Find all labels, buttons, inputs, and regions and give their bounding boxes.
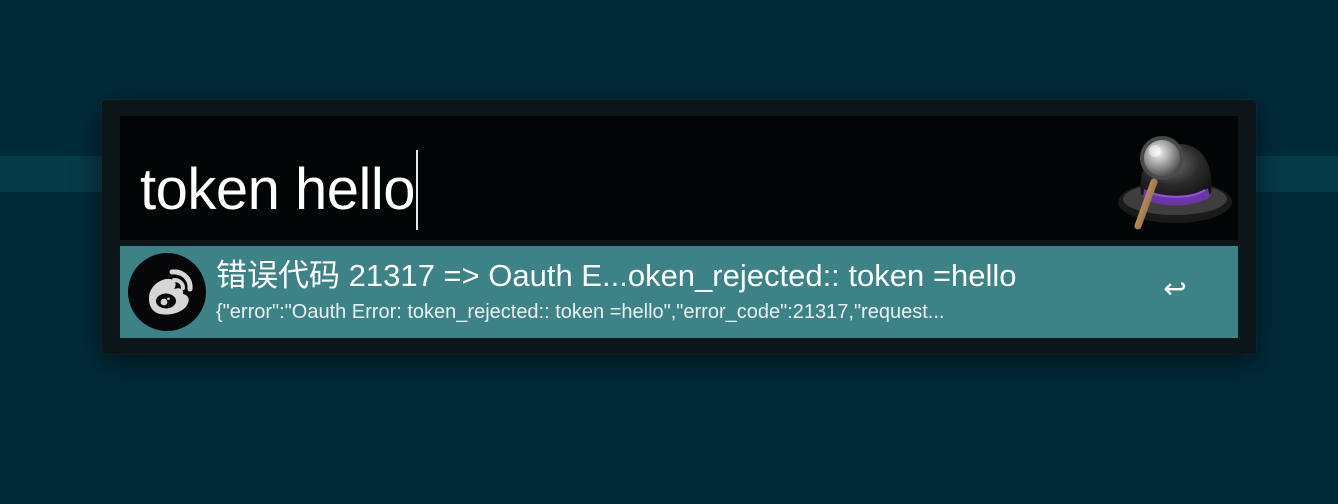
text-cursor [416, 150, 419, 230]
alfred-launcher-window: token hello 错误代码 21317 => Oauth E...oken… [102, 100, 1256, 354]
result-title: 错误代码 21317 => Oauth E...oken_rejected:: … [216, 258, 1017, 293]
search-input[interactable]: token hello [140, 150, 419, 230]
alfred-hat-magnifier-icon [1116, 126, 1238, 238]
weibo-icon [128, 253, 206, 331]
search-query-text: token hello [140, 157, 416, 222]
result-item-selected[interactable]: 错误代码 21317 => Oauth E...oken_rejected:: … [120, 246, 1238, 338]
search-field[interactable]: token hello [120, 116, 1238, 240]
result-subtitle: {"error":"Oauth Error: token_rejected:: … [216, 301, 945, 323]
return-key-icon[interactable]: ↩ [1158, 272, 1192, 306]
